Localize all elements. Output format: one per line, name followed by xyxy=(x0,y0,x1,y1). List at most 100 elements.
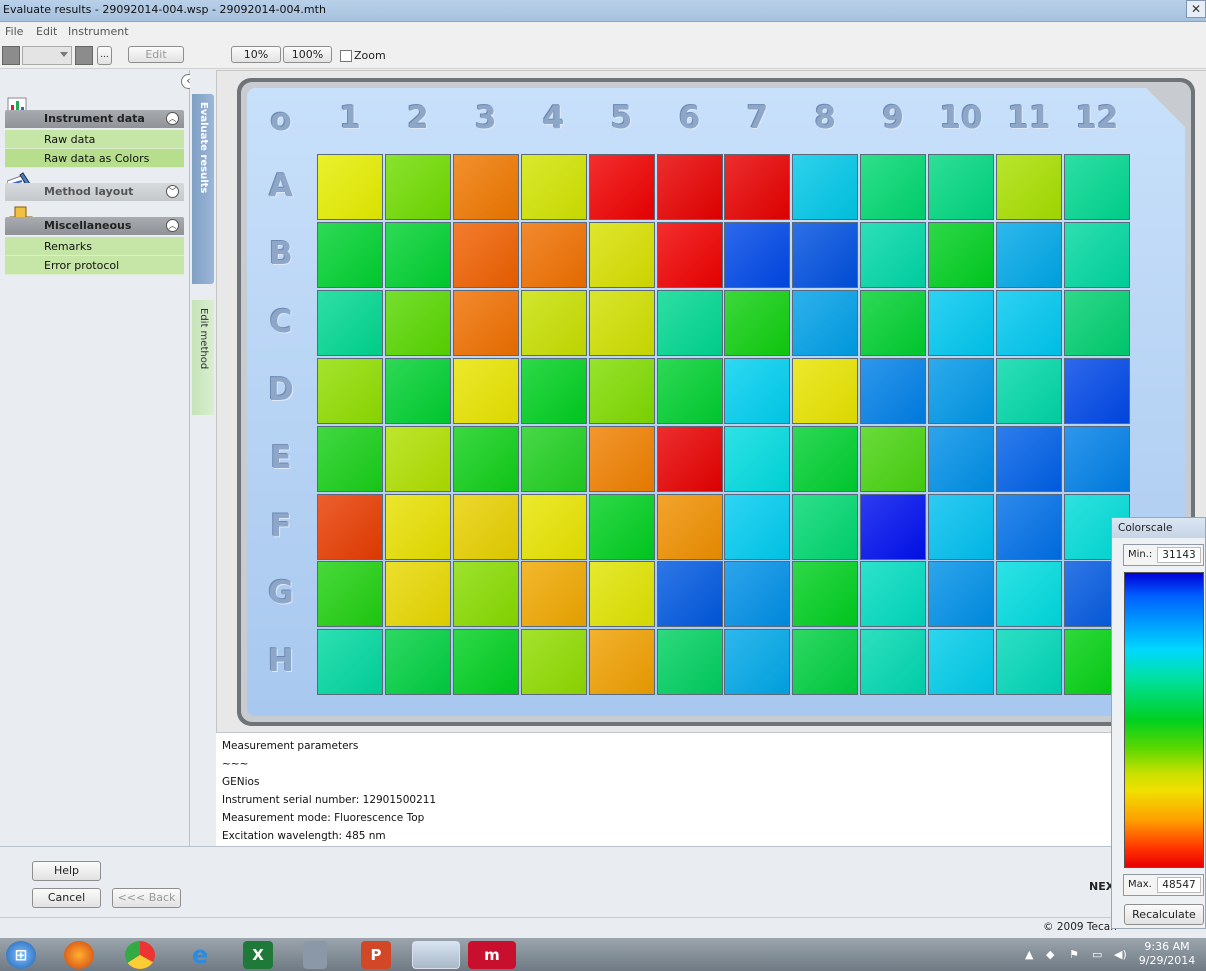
well-D5[interactable] xyxy=(588,357,655,424)
well-B8[interactable] xyxy=(792,221,859,288)
well-B2[interactable] xyxy=(384,221,451,288)
sidebar-item-remarks[interactable]: Remarks xyxy=(5,237,184,256)
well-B9[interactable] xyxy=(860,221,927,288)
zoom-100-button[interactable]: 100% xyxy=(283,46,332,63)
well-D10[interactable] xyxy=(928,357,995,424)
well-B11[interactable] xyxy=(996,221,1062,288)
powerpoint-icon[interactable]: P xyxy=(361,941,391,969)
zoom-checkbox[interactable] xyxy=(340,50,352,62)
chevron-down-icon[interactable]: ﹀ xyxy=(166,185,179,198)
colorscale-min-input[interactable]: 31143 xyxy=(1157,547,1201,563)
well-C3[interactable] xyxy=(452,289,519,356)
well-A7[interactable] xyxy=(724,154,791,220)
toolbar-color-swatch-2[interactable] xyxy=(75,46,93,65)
well-E4[interactable] xyxy=(520,425,587,492)
well-E1[interactable] xyxy=(317,425,383,492)
well-H9[interactable] xyxy=(860,629,927,696)
well-D2[interactable] xyxy=(384,357,451,424)
well-A3[interactable] xyxy=(452,154,519,220)
well-E5[interactable] xyxy=(588,425,655,492)
well-F4[interactable] xyxy=(520,493,587,560)
chevron-up-icon[interactable]: ︿ xyxy=(166,112,179,125)
well-D8[interactable] xyxy=(792,357,859,424)
well-E9[interactable] xyxy=(860,425,927,492)
well-H5[interactable] xyxy=(588,629,655,696)
well-A1[interactable] xyxy=(317,154,383,220)
back-button[interactable]: <<< Back xyxy=(112,888,181,908)
well-F7[interactable] xyxy=(724,493,791,560)
well-A9[interactable] xyxy=(860,154,927,220)
well-A5[interactable] xyxy=(588,154,655,220)
section-miscellaneous[interactable]: Miscellaneous ︿ xyxy=(5,217,184,235)
section-instrument-data[interactable]: Instrument data ︿ xyxy=(5,110,184,128)
well-G5[interactable] xyxy=(588,561,655,628)
well-C1[interactable] xyxy=(317,289,383,356)
well-D4[interactable] xyxy=(520,357,587,424)
close-window-button[interactable]: ✕ xyxy=(1186,0,1206,18)
network-icon[interactable]: ◆ xyxy=(1046,948,1054,961)
well-A12[interactable] xyxy=(1063,154,1130,220)
help-button[interactable]: Help xyxy=(32,861,101,881)
well-C7[interactable] xyxy=(724,289,791,356)
volume-icon[interactable]: ◀) xyxy=(1114,948,1127,961)
sidebar-item-error-protocol[interactable]: Error protocol xyxy=(5,256,184,275)
start-orb-icon[interactable]: ⊞ xyxy=(6,941,36,969)
file-explorer-icon[interactable] xyxy=(412,941,460,969)
well-F9[interactable] xyxy=(860,493,927,560)
well-H7[interactable] xyxy=(724,629,791,696)
zoom-10-button[interactable]: 10% xyxy=(231,46,281,63)
well-E7[interactable] xyxy=(724,425,791,492)
well-H1[interactable] xyxy=(317,629,383,696)
well-E2[interactable] xyxy=(384,425,451,492)
well-C10[interactable] xyxy=(928,289,995,356)
well-A4[interactable] xyxy=(520,154,587,220)
well-G7[interactable] xyxy=(724,561,791,628)
well-F2[interactable] xyxy=(384,493,451,560)
well-G1[interactable] xyxy=(317,561,383,628)
well-F8[interactable] xyxy=(792,493,859,560)
well-B3[interactable] xyxy=(452,221,519,288)
menu-file[interactable]: File xyxy=(5,25,23,38)
well-C8[interactable] xyxy=(792,289,859,356)
well-H4[interactable] xyxy=(520,629,587,696)
well-H8[interactable] xyxy=(792,629,859,696)
well-D12[interactable] xyxy=(1063,357,1130,424)
edit-button[interactable]: Edit xyxy=(128,46,184,63)
well-C4[interactable] xyxy=(520,289,587,356)
well-E10[interactable] xyxy=(928,425,995,492)
well-F3[interactable] xyxy=(452,493,519,560)
magellan-icon[interactable]: m xyxy=(468,941,516,969)
internet-explorer-icon[interactable]: e xyxy=(185,941,215,969)
well-G10[interactable] xyxy=(928,561,995,628)
sidebar-item-raw-data[interactable]: Raw data xyxy=(5,130,184,149)
well-E6[interactable] xyxy=(656,425,723,492)
well-G4[interactable] xyxy=(520,561,587,628)
cancel-button[interactable]: Cancel xyxy=(32,888,101,908)
well-B7[interactable] xyxy=(724,221,791,288)
taskbar-clock[interactable]: 9:36 AM 9/29/2014 xyxy=(1133,940,1201,968)
well-G9[interactable] xyxy=(860,561,927,628)
well-G3[interactable] xyxy=(452,561,519,628)
calculator-icon[interactable] xyxy=(303,941,327,969)
tab-evaluate-results[interactable]: Evaluate results xyxy=(192,94,214,284)
section-method-layout[interactable]: Method layout ﹀ xyxy=(5,183,184,201)
well-H3[interactable] xyxy=(452,629,519,696)
firefox-icon[interactable] xyxy=(64,941,94,969)
well-D1[interactable] xyxy=(317,357,383,424)
well-A6[interactable] xyxy=(656,154,723,220)
well-A8[interactable] xyxy=(792,154,859,220)
well-D3[interactable] xyxy=(452,357,519,424)
well-C9[interactable] xyxy=(860,289,927,356)
sidebar-item-raw-data-as-colors[interactable]: Raw data as Colors xyxy=(5,149,184,168)
recalculate-button[interactable]: Recalculate xyxy=(1124,904,1204,925)
toolbar-combo[interactable] xyxy=(22,46,72,65)
well-G11[interactable] xyxy=(996,561,1062,628)
well-F5[interactable] xyxy=(588,493,655,560)
well-B5[interactable] xyxy=(588,221,655,288)
well-C2[interactable] xyxy=(384,289,451,356)
toolbar-color-swatch[interactable] xyxy=(2,46,20,65)
well-H10[interactable] xyxy=(928,629,995,696)
well-G2[interactable] xyxy=(384,561,451,628)
well-E11[interactable] xyxy=(996,425,1062,492)
well-A10[interactable] xyxy=(928,154,995,220)
